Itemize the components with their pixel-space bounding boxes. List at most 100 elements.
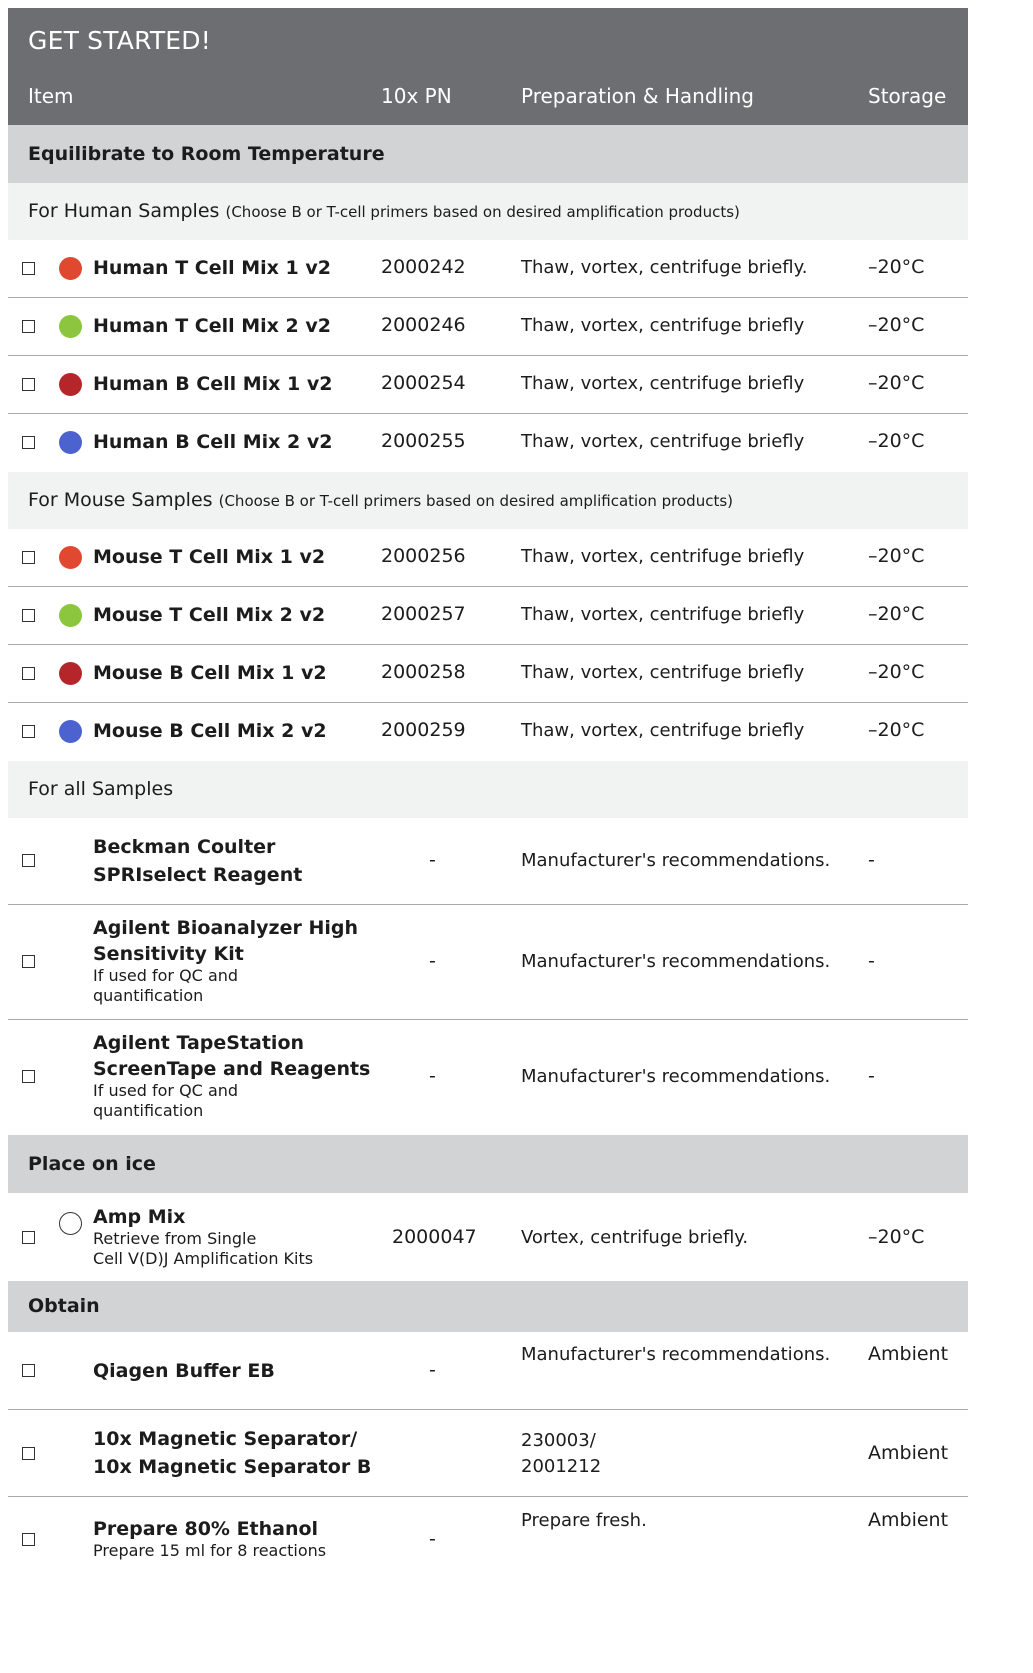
storage: –20°C [868,372,925,394]
subsection-human: For Human Samples (Choose B or T-cell pr… [8,183,968,240]
item-name-line: Agilent TapeStation [93,1032,305,1054]
checkbox[interactable] [22,955,35,968]
handling: Thaw, vortex, centrifuge briefly [521,604,805,625]
item-name: Amp Mix Retrieve from Single Cell V(D)J … [93,1205,313,1269]
table-row: Agilent Bioanalyzer High Sensitivity Kit… [8,905,968,1020]
item-name: Mouse T Cell Mix 1 v2 [93,546,326,568]
reagent-color-dot [59,546,82,569]
item-name: Mouse B Cell Mix 2 v2 [93,720,327,742]
item-name: Qiagen Buffer EB [93,1360,275,1382]
checkbox[interactable] [22,854,35,867]
part-number: 2000256 [381,545,466,567]
reagent-color-dot [59,604,82,627]
reagent-color-dot [59,431,82,454]
checkbox[interactable] [22,378,35,391]
storage: - [868,849,875,871]
item-name: Human T Cell Mix 1 v2 [93,257,331,279]
reagent-color-dot [59,257,82,280]
handling: Thaw, vortex, centrifuge briefly [521,373,805,394]
handling: Thaw, vortex, centrifuge briefly [521,431,805,452]
item-name-line: Sensitivity Kit [93,943,244,965]
table-row: Prepare 80% Ethanol Prepare 15 ml for 8 … [8,1497,968,1577]
item-name: Human T Cell Mix 2 v2 [93,315,331,337]
checkbox[interactable] [22,1364,35,1377]
get-started-table: GET STARTED! Item 10x PN Preparation & H… [8,8,968,1577]
storage: –20°C [868,603,925,625]
table-row: Qiagen Buffer EB - Manufacturer's recomm… [8,1332,968,1410]
handling-line: 230003/ [521,1430,596,1451]
checkbox[interactable] [22,551,35,564]
handling: Manufacturer's recommendations. [521,1066,831,1087]
column-header-item: Item [28,84,74,108]
item-name-line: Amp Mix [93,1206,186,1228]
checkbox[interactable] [22,1070,35,1083]
section-place-on-ice: Place on ice [8,1135,968,1193]
item-note: Retrieve from Single [93,1229,257,1248]
item-name: Human B Cell Mix 2 v2 [93,431,333,453]
handling: Manufacturer's recommendations. [521,850,831,871]
handling: Thaw, vortex, centrifuge briefly [521,720,805,741]
storage: Ambient [868,1442,949,1464]
checkbox[interactable] [22,262,35,275]
part-number: 2000246 [381,314,466,336]
item-note: Cell V(D)J Amplification Kits [93,1249,314,1268]
column-header-storage: Storage [868,84,947,108]
table-row: Human B Cell Mix 2 v2 2000255 Thaw, vort… [8,414,968,472]
handling: Manufacturer's recommendations. [521,1344,831,1365]
storage: Ambient [868,1509,949,1531]
part-number: 2000255 [381,430,466,452]
part-number: - [429,950,436,972]
handling: Vortex, centrifuge briefly. [521,1227,749,1248]
item-name: 10x Magnetic Separator/ 10x Magnetic Sep… [93,1425,371,1481]
table-row: Human T Cell Mix 2 v2 2000246 Thaw, vort… [8,298,968,356]
checkbox[interactable] [22,1533,35,1546]
item-name: Mouse B Cell Mix 1 v2 [93,662,327,684]
part-number: - [429,849,436,871]
subsection-label: For Human Samples [28,200,220,222]
item-note: quantification [93,986,204,1005]
checkbox[interactable] [22,1231,35,1244]
table-row: Mouse B Cell Mix 2 v2 2000259 Thaw, vort… [8,703,968,761]
table-header: GET STARTED! Item 10x PN Preparation & H… [8,8,968,125]
storage: –20°C [868,545,925,567]
subsection-all-samples: For all Samples [8,761,968,818]
handling: Thaw, vortex, centrifuge briefly [521,315,805,336]
storage: –20°C [868,661,925,683]
checkbox[interactable] [22,609,35,622]
item-note: quantification [93,1101,204,1120]
checkbox[interactable] [22,725,35,738]
part-number: - [429,1359,436,1381]
item-name-line: Beckman Coulter [93,836,276,858]
table-row: Mouse T Cell Mix 1 v2 2000256 Thaw, vort… [8,529,968,587]
item-name: Mouse T Cell Mix 2 v2 [93,604,326,626]
reagent-color-dot [59,720,82,743]
handling: Thaw, vortex, centrifuge briefly. [521,257,808,278]
checkbox[interactable] [22,1447,35,1460]
section-obtain: Obtain [8,1281,968,1332]
table-row: Human B Cell Mix 1 v2 2000254 Thaw, vort… [8,356,968,414]
checkbox[interactable] [22,436,35,449]
column-header-prep: Preparation & Handling [521,84,754,108]
reagent-color-dot [59,1212,82,1235]
checkbox[interactable] [22,667,35,680]
handling: 230003/ 2001212 [521,1428,601,1480]
item-name-line: Prepare 80% Ethanol [93,1518,319,1540]
reagent-color-dot [59,315,82,338]
part-number: 2000047 [392,1226,477,1248]
part-number: - [429,1065,436,1087]
item-name: Agilent Bioanalyzer High Sensitivity Kit… [93,914,358,1006]
item-note: Prepare 15 ml for 8 reactions [93,1541,327,1560]
item-name: Prepare 80% Ethanol Prepare 15 ml for 8 … [93,1517,326,1561]
part-number: 2000259 [381,719,466,741]
part-number: - [429,1528,436,1550]
item-note: If used for QC and [93,1081,239,1100]
section-equilibrate: Equilibrate to Room Temperature [8,125,968,183]
table-row: Agilent TapeStation ScreenTape and Reage… [8,1020,968,1135]
part-number: 2000242 [381,256,466,278]
storage: - [868,950,875,972]
item-name-line: Agilent Bioanalyzer High [93,917,359,939]
subsection-note: (Choose B or T-cell primers based on des… [218,492,733,510]
table-row: Mouse T Cell Mix 2 v2 2000257 Thaw, vort… [8,587,968,645]
checkbox[interactable] [22,320,35,333]
part-number: 2000258 [381,661,466,683]
